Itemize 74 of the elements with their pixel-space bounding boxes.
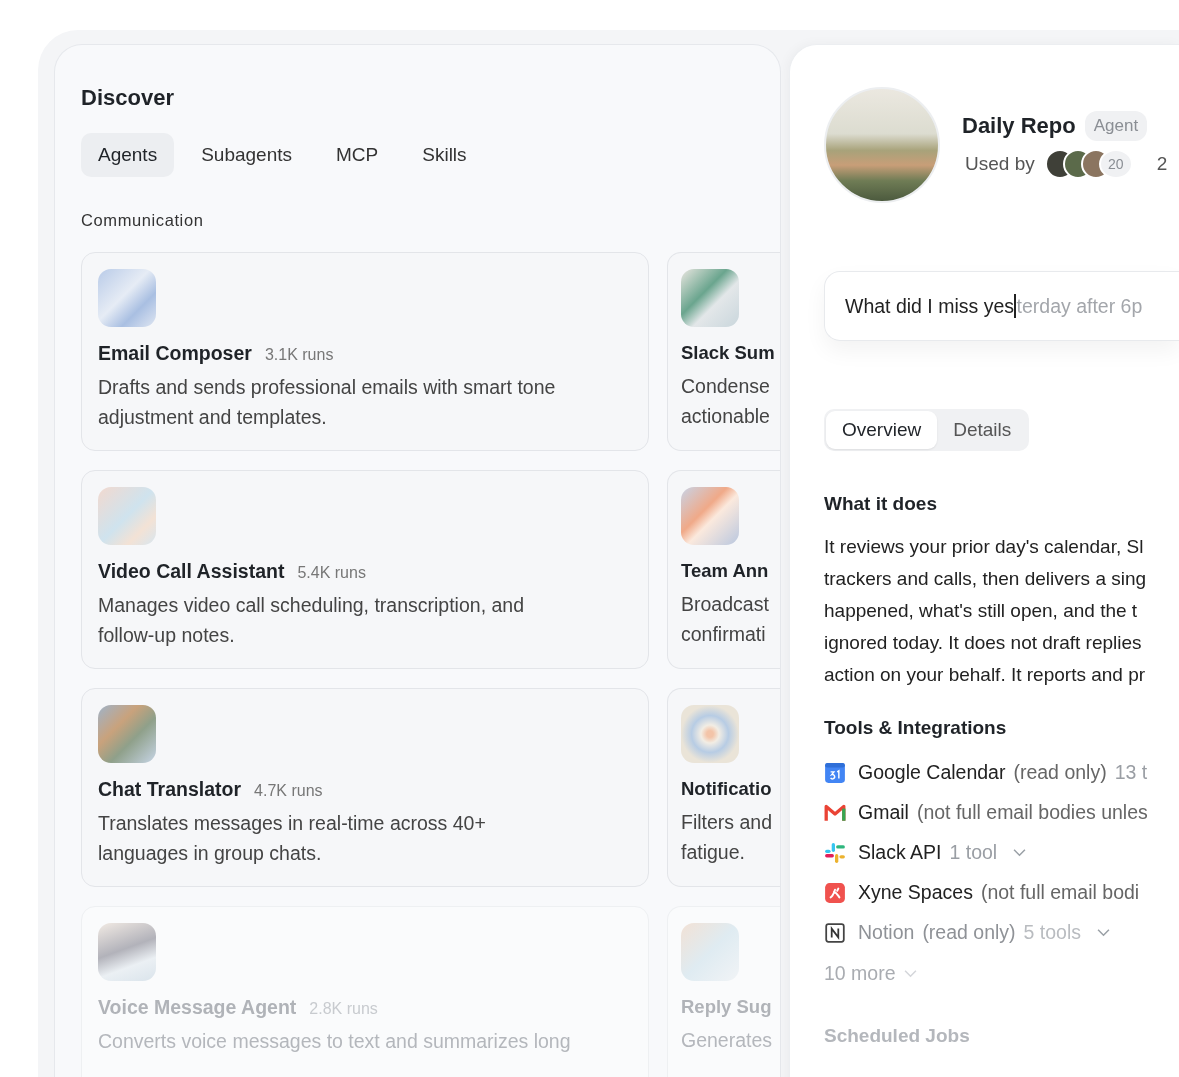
chevron-down-icon bbox=[903, 969, 917, 978]
abstract-art-icon bbox=[681, 487, 739, 545]
category-tab[interactable]: MCP bbox=[319, 133, 396, 177]
agent-description: Manages video call scheduling, transcription, and follow-up notes. bbox=[98, 593, 525, 648]
agent-description: Filters and fatigue. bbox=[681, 810, 774, 865]
tool-count: 13 t bbox=[1114, 761, 1148, 784]
integration-name: Notion bbox=[858, 921, 915, 944]
agent-card[interactable]: Video Call Assistant 5.4K runs Manages video call scheduling, transcription, and follow-up notes. bbox=[81, 470, 649, 669]
view-tab[interactable]: Overview bbox=[826, 411, 938, 449]
integration-item[interactable]: Slack API 1 tool bbox=[824, 841, 1179, 864]
agent-card[interactable]: Slack Sum Condense actionable bbox=[667, 252, 780, 451]
integration-name: Slack API bbox=[858, 841, 942, 864]
agent-description: Broadcast confirmati bbox=[681, 592, 770, 647]
agent-name: Voice Message Agent bbox=[98, 996, 297, 1019]
integration-note: (read only) bbox=[1013, 761, 1107, 784]
prompt-field[interactable]: What did I miss yesterday after 6p bbox=[824, 271, 1179, 341]
integration-note: (read only) bbox=[922, 921, 1016, 944]
integration-item[interactable]: Gmail (not full email bodies unles bbox=[824, 801, 1179, 824]
calendar-icon bbox=[824, 761, 846, 784]
agent-title: Daily Repo bbox=[962, 113, 1076, 139]
agent-description: Converts voice messages to text and summarizes long bbox=[98, 1029, 572, 1054]
section-label: Communication bbox=[81, 211, 205, 230]
agent-name: Reply Sug bbox=[681, 996, 772, 1018]
run-count: 3.1K runs bbox=[264, 346, 334, 364]
abstract-art-icon bbox=[98, 487, 156, 545]
description-text: It reviews your prior day's calendar, Sl trackers and calls, then delivers a sing happened, what's still open, and the t ignored today. It does not draft replies action on your behalf. It reports and pr bbox=[824, 535, 1148, 687]
agent-description: Generates bbox=[681, 1028, 774, 1053]
integration-note: (not full email bodi bbox=[980, 881, 1140, 904]
agent-name: Video Call Assistant bbox=[98, 560, 285, 583]
stat-number: 2 bbox=[1156, 153, 1168, 175]
section-heading: Tools & Integrations bbox=[824, 717, 1008, 739]
agent-name: Email Composer bbox=[98, 342, 252, 365]
agent-name: Chat Translator bbox=[98, 778, 242, 801]
agent-card[interactable]: Team Ann Broadcast confirmati bbox=[667, 470, 780, 669]
agent-name: Notificatio bbox=[681, 778, 772, 800]
view-tab[interactable]: Details bbox=[937, 411, 1028, 449]
abstract-art-icon bbox=[681, 269, 739, 327]
integration-name: Google Calendar bbox=[858, 761, 1006, 784]
used-by-label: Used by bbox=[965, 153, 1035, 175]
chevron-down-icon bbox=[1013, 848, 1027, 857]
category-tab[interactable]: Skills bbox=[405, 133, 484, 177]
integration-name: Xyne Spaces bbox=[858, 881, 973, 904]
integration-item[interactable]: Xyne Spaces (not full email bodi bbox=[824, 881, 1179, 904]
section-heading: What it does bbox=[824, 493, 938, 515]
agent-card[interactable]: Notificatio Filters and fatigue. bbox=[667, 688, 780, 887]
abstract-art-icon bbox=[98, 923, 156, 981]
user-count: 20 bbox=[1098, 149, 1133, 179]
integration-item[interactable]: Google Calendar (read only) 13 t bbox=[824, 761, 1179, 784]
agent-description: Drafts and sends professional emails with smart tone adjustment and templates. bbox=[98, 375, 557, 430]
run-count: 5.4K runs bbox=[297, 564, 366, 582]
agent-name: Slack Sum bbox=[681, 342, 775, 364]
abstract-art-icon bbox=[98, 269, 156, 327]
run-count: 4.7K runs bbox=[254, 782, 323, 800]
hash-icon bbox=[824, 841, 846, 864]
integration-note: (not full email bodies unles bbox=[916, 801, 1148, 824]
agent-card[interactable]: Chat Translator 4.7K runs Translates messages in real-time across 40+ languages in group chats. bbox=[81, 688, 649, 887]
notebook-icon bbox=[824, 921, 846, 944]
tool-count: 5 tools bbox=[1023, 921, 1082, 944]
agent-card[interactable]: Email Composer 3.1K runs Drafts and sends professional emails with smart tone adjustment and templates. bbox=[81, 252, 649, 451]
abstract-art-icon bbox=[98, 705, 156, 763]
chevron-down-icon bbox=[1097, 928, 1111, 937]
integration-name: Gmail bbox=[858, 801, 909, 824]
agent-description: Translates messages in real-time across 40+ languages in group chats. bbox=[98, 811, 487, 866]
tool-count: 1 tool bbox=[949, 841, 998, 864]
abstract-art-icon bbox=[681, 923, 739, 981]
category-tab[interactable]: Subagents bbox=[184, 133, 309, 177]
discover-title: Discover bbox=[81, 85, 175, 111]
agent-description: Condense actionable bbox=[681, 374, 771, 429]
category-tab[interactable]: Agents bbox=[81, 133, 175, 177]
app-icon bbox=[824, 881, 846, 904]
section-heading: Scheduled Jobs bbox=[824, 1025, 971, 1047]
abstract-art-icon bbox=[681, 705, 739, 763]
agent-badge: Agent bbox=[1084, 111, 1148, 141]
agent-name: Team Ann bbox=[681, 560, 769, 582]
